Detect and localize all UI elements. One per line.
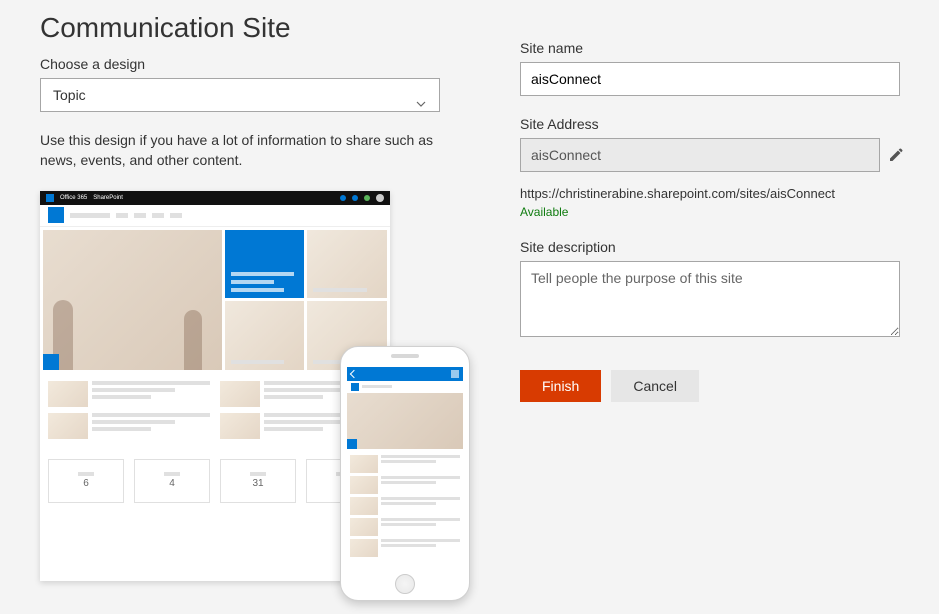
pencil-icon[interactable] [888, 147, 904, 163]
chevron-down-icon [415, 89, 427, 101]
site-url: https://christinerabine.sharepoint.com/s… [520, 186, 909, 201]
site-address-label: Site Address [520, 116, 909, 132]
design-description: Use this design if you have a lot of inf… [40, 130, 450, 171]
site-name-input[interactable] [520, 62, 900, 96]
site-description-label: Site description [520, 239, 909, 255]
page-title: Communication Site [40, 12, 450, 44]
site-address-input[interactable] [520, 138, 880, 172]
availability-status: Available [520, 205, 909, 219]
site-name-label: Site name [520, 40, 909, 56]
cal-day: 6 [78, 478, 94, 489]
design-select[interactable]: Topic [40, 78, 440, 112]
design-preview: Office 365 SharePoint [40, 191, 440, 591]
cancel-button[interactable]: Cancel [611, 370, 699, 402]
finish-button[interactable]: Finish [520, 370, 601, 402]
cal-day: 31 [250, 478, 266, 489]
phone-preview [340, 346, 470, 601]
cal-day: 4 [164, 478, 180, 489]
site-description-input[interactable] [520, 261, 900, 337]
desktop-preview: Office 365 SharePoint [40, 191, 390, 581]
design-label: Choose a design [40, 56, 450, 72]
design-selected-value: Topic [53, 79, 86, 111]
